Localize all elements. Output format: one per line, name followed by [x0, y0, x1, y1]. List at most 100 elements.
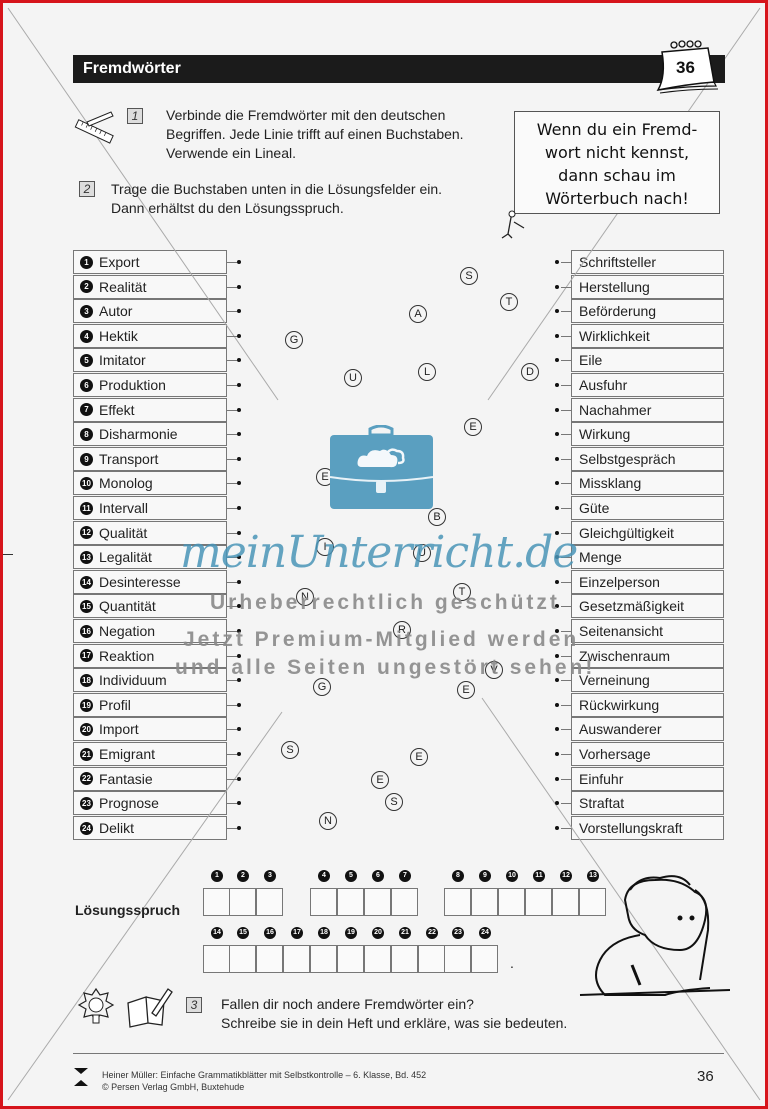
- foreign-word: Effekt: [99, 401, 135, 418]
- solution-box[interactable]: [498, 888, 525, 916]
- foreign-word-row: 20 Import: [73, 717, 227, 742]
- connection-point[interactable]: [237, 358, 241, 363]
- thinking-boy-illustration: [579, 875, 730, 996]
- connection-point[interactable]: [555, 309, 559, 314]
- connection-point[interactable]: [555, 702, 559, 707]
- connection-point[interactable]: [555, 432, 559, 437]
- connection-point[interactable]: [237, 309, 241, 314]
- connection-point[interactable]: [237, 383, 241, 387]
- connection-point[interactable]: [555, 383, 559, 387]
- circled-letter[interactable]: E: [410, 748, 428, 766]
- connection-point[interactable]: [237, 776, 241, 781]
- circled-letter[interactable]: G: [285, 331, 303, 349]
- foreign-word: Quantität: [99, 598, 156, 615]
- page-number: 36: [697, 1068, 714, 1085]
- solution-box[interactable]: [364, 888, 391, 916]
- connection-point[interactable]: [555, 284, 559, 289]
- connection-point[interactable]: [555, 776, 559, 781]
- solution-box[interactable]: [525, 888, 552, 916]
- circled-letter[interactable]: U: [344, 369, 362, 387]
- connection-point[interactable]: [237, 284, 241, 289]
- circled-letter[interactable]: D: [521, 363, 539, 381]
- circled-letter[interactable]: E: [457, 681, 475, 699]
- solution-box[interactable]: [471, 945, 498, 973]
- solution-box[interactable]: [229, 888, 256, 916]
- solution-box[interactable]: [391, 888, 418, 916]
- solution-number: 15: [237, 927, 249, 939]
- connection-point[interactable]: [555, 358, 559, 363]
- item-number-badge: 19: [80, 698, 93, 712]
- connector-stub: [227, 508, 237, 509]
- solution-box[interactable]: [391, 945, 418, 973]
- solution-box[interactable]: [337, 945, 364, 973]
- circled-letter[interactable]: B: [428, 508, 446, 526]
- connection-point[interactable]: [237, 801, 241, 806]
- connector-stub: [227, 311, 237, 313]
- german-word-row: Güte: [571, 496, 724, 520]
- solution-box[interactable]: [203, 888, 230, 916]
- solution-box[interactable]: [283, 945, 310, 973]
- connection-point[interactable]: [555, 752, 559, 756]
- solution-box[interactable]: [310, 888, 337, 916]
- foreign-word-row: 11 Intervall: [73, 496, 227, 520]
- connection-point[interactable]: [237, 752, 241, 756]
- solution-number: 7: [399, 870, 411, 882]
- solution-box[interactable]: [256, 945, 283, 973]
- circled-letter[interactable]: E: [371, 771, 389, 789]
- circled-letter[interactable]: A: [409, 305, 427, 323]
- circled-letter[interactable]: N: [319, 812, 337, 830]
- solution-box[interactable]: [203, 945, 230, 973]
- german-word: Vorhersage: [579, 746, 651, 762]
- connection-point[interactable]: [237, 432, 241, 437]
- german-word-row: Nachahmer: [571, 397, 724, 422]
- solution-box[interactable]: [444, 888, 471, 916]
- solution-box[interactable]: [337, 888, 364, 916]
- item-number-badge: 1: [80, 255, 93, 269]
- connection-point[interactable]: [555, 727, 559, 732]
- circled-letter[interactable]: S: [281, 741, 299, 759]
- item-number-badge: 3: [80, 304, 93, 318]
- connection-point[interactable]: [237, 456, 241, 461]
- connection-point[interactable]: [237, 333, 241, 338]
- connection-point[interactable]: [555, 260, 559, 264]
- connection-point[interactable]: [555, 456, 559, 461]
- solution-box[interactable]: [471, 888, 498, 916]
- connection-point[interactable]: [555, 506, 559, 510]
- foreign-word-row: 21 Emigrant: [73, 742, 227, 766]
- solution-box[interactable]: [256, 888, 283, 916]
- circled-letter[interactable]: G: [313, 678, 331, 696]
- solution-number: 2: [237, 870, 249, 882]
- solution-box[interactable]: [310, 945, 337, 973]
- item-number-badge: 18: [80, 673, 93, 687]
- german-word-row: Einzelperson: [571, 569, 724, 594]
- circled-letter[interactable]: T: [500, 293, 518, 311]
- solution-box[interactable]: [364, 945, 391, 973]
- connection-point[interactable]: [237, 506, 241, 510]
- connection-point[interactable]: [555, 333, 559, 338]
- foreign-word-row: 9 Transport: [73, 446, 227, 471]
- german-word-row: Wirkung: [571, 422, 724, 447]
- connection-point[interactable]: [555, 407, 559, 412]
- circled-letter[interactable]: L: [418, 363, 436, 381]
- connection-point[interactable]: [237, 481, 241, 486]
- connection-point[interactable]: [555, 481, 559, 486]
- item-number-badge: 8: [80, 427, 93, 441]
- margin-tick: [3, 554, 13, 555]
- connection-point[interactable]: [237, 579, 241, 584]
- connection-point[interactable]: [237, 407, 241, 412]
- circled-letter[interactable]: E: [464, 418, 482, 436]
- item-number-badge: 5: [80, 354, 93, 368]
- solution-box[interactable]: [229, 945, 256, 973]
- connection-point[interactable]: [237, 702, 241, 707]
- circled-letter[interactable]: S: [460, 267, 478, 285]
- connection-point[interactable]: [237, 727, 241, 732]
- circled-letter[interactable]: S: [385, 793, 403, 811]
- item-number-badge: 22: [80, 772, 93, 786]
- connection-point[interactable]: [237, 260, 241, 264]
- solution-box[interactable]: [418, 945, 445, 973]
- connection-point[interactable]: [555, 801, 559, 806]
- connection-point[interactable]: [555, 825, 559, 830]
- connection-point[interactable]: [237, 825, 241, 830]
- connection-point[interactable]: [555, 579, 559, 584]
- solution-box[interactable]: [444, 945, 471, 973]
